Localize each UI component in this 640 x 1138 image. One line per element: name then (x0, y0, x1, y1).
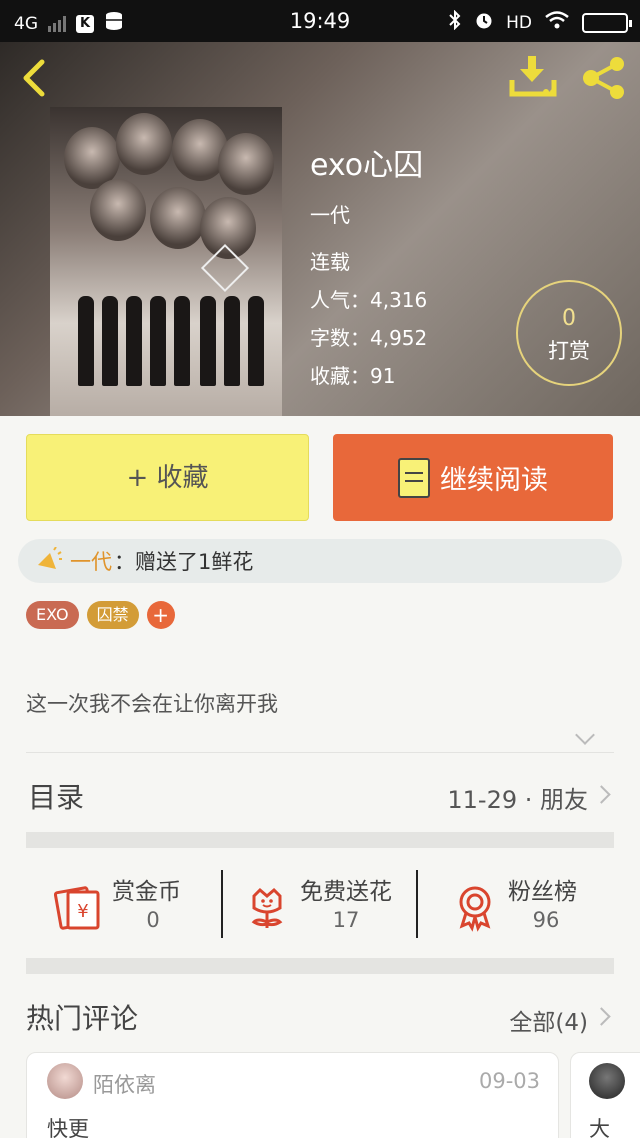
continue-reading-label: 继续阅读 (440, 465, 548, 496)
wifi-icon (544, 10, 570, 35)
expand-chevron-icon[interactable] (575, 725, 595, 745)
hot-comments-header: 热门评论 全部(4) (26, 995, 614, 1037)
status-bar: 4G K 19:49 HD (0, 0, 640, 42)
svg-text:¥: ¥ (77, 901, 88, 922)
medal-icon (459, 886, 491, 932)
avatar[interactable] (589, 1063, 625, 1099)
book-status: 连载 (310, 250, 350, 274)
latest-chapter: 11-29 · 朋友 (447, 786, 588, 814)
table-of-contents-row[interactable]: 目录 11-29 · 朋友 (26, 772, 614, 818)
share-icon (583, 57, 624, 99)
book-author[interactable]: 一代 (310, 199, 350, 228)
reward-coins-label: 赏金币 (112, 879, 181, 905)
gift-message: ：赠送了1鲜花 (114, 550, 254, 574)
popularity-stat: 人气：4,316 (310, 288, 428, 312)
back-button[interactable] (16, 58, 56, 98)
chevron-right-icon[interactable] (592, 1007, 611, 1026)
comment-date: 09-03 (478, 1069, 540, 1093)
continue-reading-button[interactable]: 继续阅读 (333, 434, 613, 521)
fan-ranking-stat[interactable]: 粉丝榜 96 (450, 868, 614, 940)
stat-divider (221, 870, 223, 938)
chevron-right-icon (592, 785, 611, 804)
tag-imprisonment[interactable]: 囚禁 (86, 601, 139, 629)
stat-divider (416, 870, 418, 938)
alarm-icon (474, 10, 494, 35)
comment-username[interactable]: 陌依离 (93, 1069, 156, 1099)
toc-label: 目录 (28, 781, 85, 814)
favorites-stat: 收藏：91 (310, 364, 396, 388)
free-flowers-label: 免费送花 (300, 879, 392, 905)
tip-count: 0 (562, 306, 576, 331)
gift-notice: 一代 ：赠送了1鲜花 (18, 539, 622, 583)
comment-text: 大 (589, 1117, 610, 1138)
add-tag-button[interactable]: + (146, 601, 175, 629)
comment-card[interactable]: 陌依离 09-03 快更 (26, 1052, 559, 1138)
section-divider (26, 832, 614, 848)
download-button[interactable] (508, 54, 558, 100)
tag-exo[interactable]: EXO (26, 601, 79, 629)
fan-ranking-label: 粉丝榜 (508, 879, 577, 905)
trumpet-icon (38, 547, 62, 569)
reward-coins-stat[interactable]: ¥ 赏金币 0 (54, 868, 234, 940)
book-cover-image (50, 107, 282, 416)
free-flowers-value: 17 (332, 908, 360, 932)
tip-button[interactable]: 0 打赏 (516, 280, 622, 386)
red-envelope-icon: ¥ (54, 886, 100, 930)
tip-label: 打赏 (548, 339, 590, 363)
tag-list: EXO 囚禁 + (26, 601, 175, 629)
fan-ranking-value: 96 (532, 908, 560, 932)
divider (26, 752, 614, 753)
all-comments-link[interactable]: 全部(4) (509, 1003, 588, 1037)
hd-label: HD (506, 12, 532, 33)
stats-row: ¥ 赏金币 0 免费送花 17 粉丝榜 96 (26, 850, 614, 960)
battery-icon (582, 12, 632, 33)
download-icon (509, 56, 557, 97)
avatar[interactable] (47, 1063, 83, 1099)
comment-card[interactable]: 大 (570, 1052, 640, 1138)
flower-icon (251, 887, 283, 928)
share-button[interactable] (580, 56, 628, 100)
gift-user[interactable]: 一代 (70, 546, 112, 576)
free-flowers-stat[interactable]: 免费送花 17 (242, 868, 422, 940)
word-count-stat: 字数：4,952 (310, 326, 428, 350)
section-divider (26, 958, 614, 974)
add-to-collection-button[interactable]: + 收藏 (26, 434, 309, 521)
book-icon (398, 457, 430, 498)
reward-coins-value: 0 (146, 908, 160, 932)
hot-comments-title: 热门评论 (26, 1002, 139, 1035)
back-arrow-icon (23, 59, 45, 97)
book-intro: 这一次我不会在让你离开我 (26, 692, 278, 716)
book-title: exo心囚 (310, 148, 424, 183)
book-header: exo心囚 一代 连载 人气：4,316 字数：4,952 收藏：91 0 打赏 (0, 42, 640, 416)
bluetooth-icon (448, 9, 462, 35)
comment-text: 快更 (47, 1117, 89, 1138)
